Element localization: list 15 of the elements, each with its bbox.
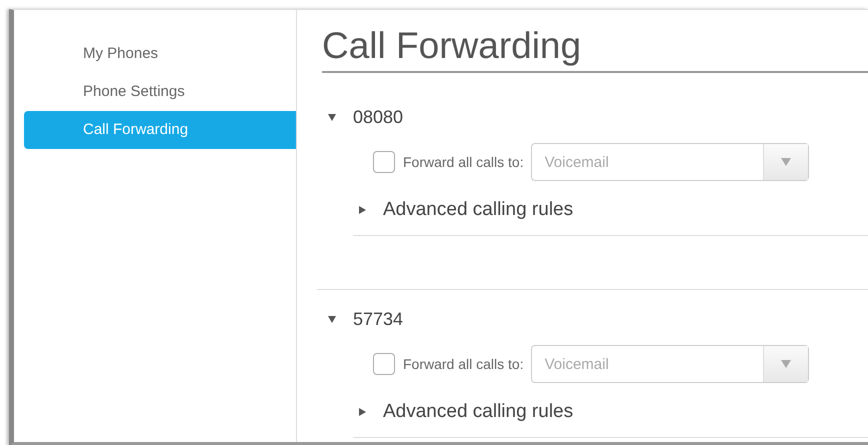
caret-down-icon[interactable] — [327, 314, 337, 324]
advanced-rules-toggle[interactable]: Advanced calling rules — [383, 199, 574, 221]
checkbox[interactable] — [373, 151, 395, 173]
checkbox-label: Forward all calls to: — [403, 356, 524, 372]
caret-down-icon[interactable] — [327, 112, 337, 122]
sidebar-item[interactable]: Phone Settings — [24, 73, 296, 111]
checkbox[interactable] — [373, 353, 395, 375]
caret-right-icon[interactable] — [357, 407, 367, 417]
caret-right-icon[interactable] — [357, 205, 367, 215]
line-number: 08080 — [353, 106, 404, 128]
line-number: 57734 — [353, 308, 404, 330]
page-title: Call Forwarding — [322, 10, 868, 73]
advanced-rules-toggle[interactable]: Advanced calling rules — [383, 401, 574, 423]
checkbox-label: Forward all calls to: — [403, 154, 524, 170]
sidebar-item[interactable]: My Phones — [24, 35, 296, 73]
